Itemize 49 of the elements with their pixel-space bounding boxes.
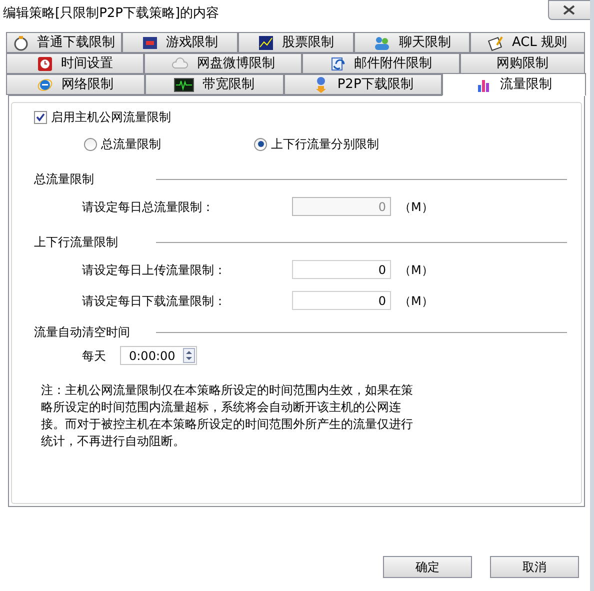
tab[interactable]: 时间设置 <box>6 53 144 74</box>
section-heading: 总流量限制 <box>34 171 95 188</box>
tab[interactable]: 邮件附件限制 <box>302 53 460 74</box>
checkbox-label: 启用主机公网流量限制 <box>51 109 171 126</box>
unit-label: （M） <box>399 262 434 278</box>
tab[interactable]: 网盘微博限制 <box>144 53 302 74</box>
game-icon <box>142 34 158 50</box>
sync-icon <box>330 56 346 72</box>
radio-button[interactable] <box>254 138 267 150</box>
number-field[interactable]: 0 <box>292 260 391 279</box>
unit-label: （M） <box>399 198 434 216</box>
people-icon <box>373 34 391 50</box>
note-text: 注：主机公网流量限制仅在本策略所设定的时间范围内生效，如果在策略所设定的时间范围内流量超标，系统将会自动断开该主机的公网连接。而对于被控主机在本策略所设定的时间范围外所产生的流量仅进行统计，不再进行自动阻断。 <box>41 382 414 450</box>
time-spinner[interactable]: 0:00:00 <box>120 346 197 365</box>
tab[interactable]: 聊天限制 <box>354 32 470 53</box>
pencil-icon <box>488 34 504 50</box>
tab[interactable]: 股票限制 <box>238 32 354 53</box>
field-label: 请设定每日下载流量限制： <box>82 292 227 310</box>
close-icon <box>563 5 575 15</box>
radio-label: 上下行流量分别限制 <box>271 136 379 153</box>
dialog-button[interactable]: 取消 <box>490 556 579 578</box>
unit-label: （M） <box>399 292 434 310</box>
window-title: 编辑策略[只限制P2P下载策略]的内容 <box>3 4 220 23</box>
radio-label: 总流量限制 <box>101 136 161 153</box>
section-heading: 流量自动清空时间 <box>34 324 131 341</box>
section-heading: 上下行流量限制 <box>34 234 119 251</box>
globe-icon <box>37 76 54 92</box>
field-label: 请设定每日上传流量限制： <box>82 262 227 278</box>
tab[interactable]: 流量限制 <box>442 73 586 96</box>
dialog-button[interactable]: 确定 <box>383 556 472 578</box>
chart-icon <box>258 34 274 50</box>
tab[interactable]: 普通下载限制 <box>6 32 122 53</box>
tab[interactable]: 带宽限制 <box>144 74 284 95</box>
field-label: 每天 <box>82 348 107 364</box>
tab[interactable]: P2P下载限制 <box>284 74 442 95</box>
checkbox[interactable] <box>34 110 47 124</box>
waveform-icon <box>174 78 194 92</box>
tab[interactable]: 网购限制 <box>460 53 585 74</box>
radio-button[interactable] <box>84 138 97 150</box>
clock-icon <box>37 56 53 72</box>
tab[interactable]: 游戏限制 <box>122 32 238 53</box>
close-button[interactable] <box>548 0 590 20</box>
number-field[interactable]: 0 <box>292 291 391 310</box>
field-label: 请设定每日总流量限制： <box>82 198 215 216</box>
cloud-icon <box>171 56 189 72</box>
spinner-arrows-icon <box>183 348 195 363</box>
tab[interactable]: ACL 规则 <box>470 32 585 53</box>
stopwatch-icon <box>13 34 29 50</box>
tab[interactable]: 网络限制 <box>6 74 145 95</box>
